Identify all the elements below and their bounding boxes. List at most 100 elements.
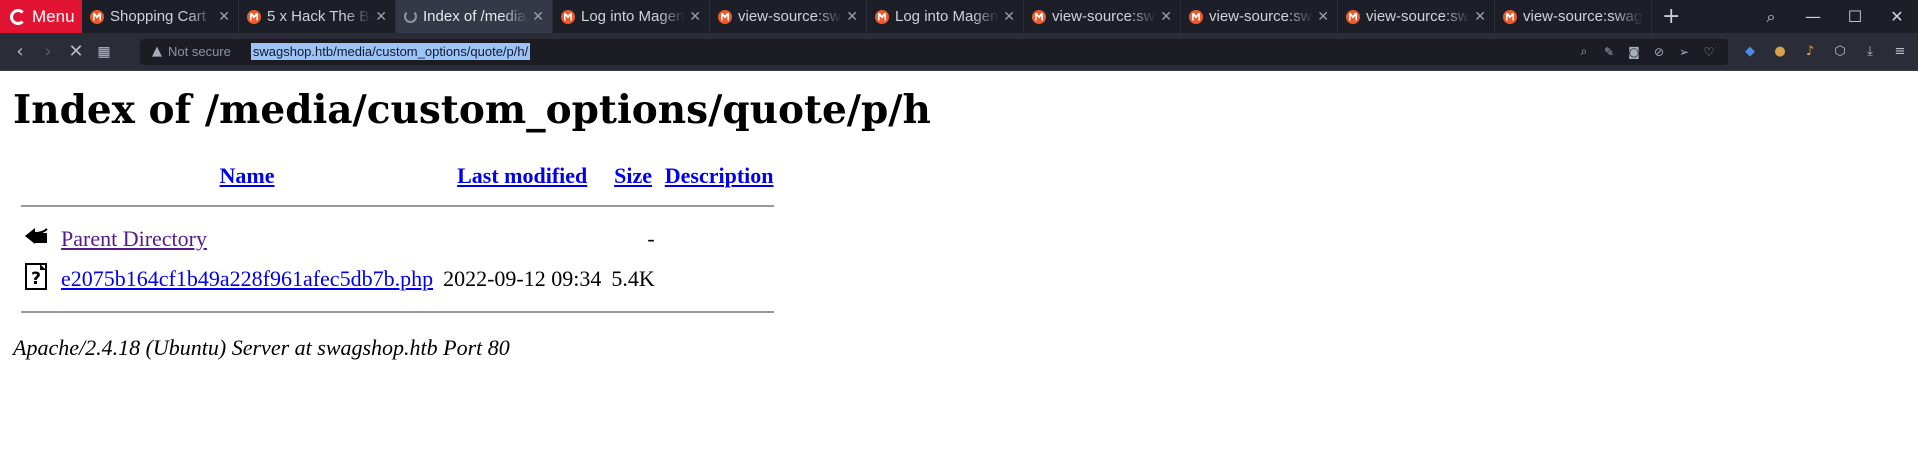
tab-close-icon[interactable]: ✕ [1317,8,1329,25]
separator [19,299,776,325]
extensions-bar: ◆ ● ♪ ⬡ ⤓ ≡ [1742,44,1908,59]
back-icon [25,228,48,244]
magento-favicon-icon [247,9,261,24]
tab-title: 5 x Hack The Box [267,8,371,25]
description-column-header: Description [663,159,776,193]
icon-cell [19,219,53,259]
tab-log-into-magento[interactable]: Log into Magento ✕ [553,0,710,33]
last-modified-column-header: Last modified [441,159,603,193]
tab-grid-icon[interactable]: ▦ [90,44,118,60]
tab-close-icon[interactable]: ✕ [1003,8,1015,25]
tab-search-icon[interactable]: ⌕ [1750,7,1792,27]
magento-favicon-icon [1032,9,1046,24]
camera-icon[interactable]: ◙ [1627,45,1641,59]
page-content: Index of /media/custom_options/quote/p/h… [0,87,1918,361]
maximize-icon[interactable]: ☐ [1834,7,1876,26]
server-signature: Apache/2.4.18 (Ubuntu) Server at swagsho… [13,335,510,360]
table-header-row: Name Last modified Size Description [19,159,776,193]
browser-menu-button[interactable]: Menu [0,0,82,33]
opera-logo-icon [10,8,26,25]
search-icon[interactable]: ⌕ [1577,44,1591,59]
separator [19,193,776,219]
tab-index-of-media[interactable]: Index of /media/ ✕ [396,0,553,33]
back-arrow-icon[interactable]: ‹ [6,41,34,62]
description-cell [663,219,776,259]
magento-favicon-icon [90,9,104,24]
tab-view-source[interactable]: view-source:swagshop [1495,0,1652,33]
tab-view-source[interactable]: view-source:swagshop ✕ [1181,0,1338,33]
sort-by-size-link[interactable]: Size [614,163,652,188]
name-cell: Parent Directory [59,219,435,259]
size-column-header: Size [609,159,656,193]
close-window-icon[interactable]: ✕ [1876,7,1918,26]
new-tab-plus-icon[interactable]: + [1652,4,1690,29]
easy-setup-icon[interactable]: ≡ [1892,44,1908,59]
tab-title: view-source:swagshop [1366,8,1470,25]
icon-column-header [19,159,53,193]
tab-close-icon[interactable]: ✕ [1160,8,1172,25]
tab-view-source[interactable]: view-source:swagshop ✕ [710,0,867,33]
hackbar-icon[interactable]: ♪ [1802,44,1818,59]
file-link[interactable]: e2075b164cf1b49a228f961afec5db7b.php [61,266,433,291]
separator-row [19,299,776,325]
tab-hackthebox[interactable]: 5 x Hack The Box ✕ [239,0,396,33]
size-cell: 5.4K [611,266,655,291]
tab-log-into-magento[interactable]: Log into Magento ✕ [867,0,1024,33]
address-bar-actions: ⌕ ✎ ◙ ⊘ ➢ ♡ [1577,39,1716,65]
tab-title: view-source:swagshop [1523,8,1643,25]
tab-view-source[interactable]: view-source:swagshop ✕ [1024,0,1181,33]
description-cell [663,259,776,299]
forward-arrow-icon[interactable]: › [34,41,62,62]
tab-title: Log into Magento [895,8,999,25]
stop-loading-icon[interactable]: ✕ [62,41,90,62]
last-modified-cell [441,219,603,259]
sort-by-description-link[interactable]: Description [665,163,774,188]
tab-close-icon[interactable]: ✕ [689,8,701,25]
cube-icon[interactable]: ⬡ [1832,44,1848,59]
tab-title: Index of /media/ [423,8,529,25]
page-title: Index of /media/custom_options/quote/p/h [13,87,931,133]
download-icon[interactable]: ⤓ [1862,44,1878,59]
tab-close-icon[interactable]: ✕ [846,8,858,25]
navigation-bar: ‹ › ✕ ▦ ▲ Not secure swagshop.htb/media/… [0,33,1918,71]
warning-triangle-icon[interactable]: ▲ [152,44,162,59]
heart-icon[interactable]: ♡ [1702,45,1716,59]
name-column-header: Name [59,159,435,193]
minimize-icon[interactable]: — [1792,7,1834,26]
extension-blue-icon[interactable]: ◆ [1742,44,1758,59]
magento-favicon-icon [718,9,732,24]
magento-favicon-icon [1346,9,1360,24]
magento-favicon-icon [561,9,575,24]
separator-row [19,193,776,219]
tab-title: Shopping Cart [110,8,206,25]
table-row: Parent Directory - [19,219,776,259]
sort-by-last-modified-link[interactable]: Last modified [457,163,587,188]
tab-title: view-source:swagshop [738,8,842,25]
tab-close-icon[interactable]: ✕ [218,8,230,25]
tab-view-source[interactable]: view-source:swagshop ✕ [1338,0,1495,33]
tab-title: view-source:swagshop [1209,8,1313,25]
sort-by-name-link[interactable]: Name [220,163,275,188]
parent-directory-link[interactable]: Parent Directory [61,226,207,251]
icon-cell: ? [19,259,53,299]
tab-close-icon[interactable]: ✕ [1474,8,1486,25]
magento-favicon-icon [875,9,889,24]
tab-shopping-cart[interactable]: Shopping Cart ✕ [82,0,239,33]
address-bar[interactable]: ▲ Not secure swagshop.htb/media/custom_o… [140,38,1728,65]
tab-title: view-source:swagshop [1052,8,1156,25]
cookie-icon[interactable]: ● [1772,44,1788,59]
send-icon[interactable]: ➢ [1677,45,1691,59]
menu-label: Menu [32,6,75,26]
window-controls: ⌕ — ☐ ✕ [1750,0,1918,33]
security-label[interactable]: Not secure [168,44,231,59]
directory-listing-table: Name Last modified Size Description Pare… [13,159,782,325]
tab-title: Log into Magento [581,8,685,25]
svg-text:?: ? [31,269,41,289]
edit-icon[interactable]: ✎ [1602,45,1616,59]
unknown-file-icon: ? [25,263,47,290]
block-icon[interactable]: ⊘ [1652,45,1666,59]
url-text[interactable]: swagshop.htb/media/custom_options/quote/… [250,43,531,60]
tab-close-icon[interactable]: ✕ [375,8,387,25]
tab-close-icon[interactable]: ✕ [532,8,544,25]
size-cell: - [647,226,655,251]
